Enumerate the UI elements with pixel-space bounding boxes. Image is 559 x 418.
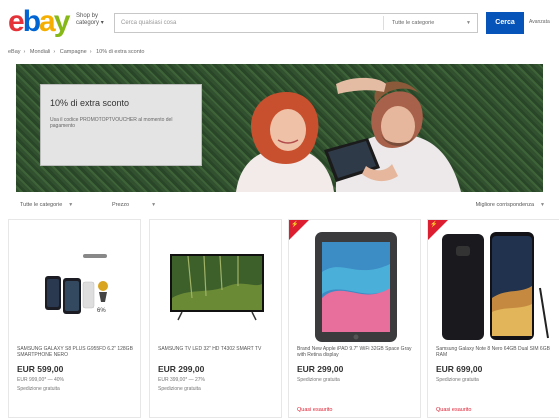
product-image-samsung-s8: 6% xyxy=(17,228,133,344)
logo-letter: y xyxy=(53,5,71,38)
advanced-search-link[interactable]: Avanzata xyxy=(529,19,550,25)
almost-sold-out-label: Quasi esaurito xyxy=(297,407,333,413)
breadcrumb-item[interactable]: Campagne xyxy=(60,49,87,55)
chevron-down-icon: ▼ xyxy=(466,20,471,26)
header: ebay Shop by category ▾ Cerca qualsiasi … xyxy=(0,0,559,44)
product-price: EUR 299,00 xyxy=(158,364,205,374)
chevron-right-icon: › xyxy=(53,49,56,55)
couple-selfie-image xyxy=(236,77,461,192)
promo-box: 10% di extra sconto Usa il codice PROMOT… xyxy=(40,84,202,166)
almost-sold-out-label: Quasi esaurito xyxy=(436,407,472,413)
chevron-down-icon: ▼ xyxy=(68,202,74,208)
product-price: EUR 599,00 xyxy=(17,364,64,374)
promo-title: 10% di extra sconto xyxy=(50,98,130,108)
product-price: EUR 299,00 xyxy=(297,364,344,374)
product-shipping: Spedizione gratuita xyxy=(297,377,340,383)
search-button[interactable]: Cerca xyxy=(486,12,524,34)
product-price: EUR 699,00 xyxy=(436,364,483,374)
breadcrumb-item: 10% di extra sconto xyxy=(96,49,145,55)
price-filter-label: Prezzo xyxy=(112,202,130,208)
lightning-icon: ⚡ xyxy=(291,222,299,228)
breadcrumb-item[interactable]: Mondiali xyxy=(30,49,50,55)
product-title[interactable]: SAMSUNG GALAXY S8 PLUS G955FD 6.2" 128GB… xyxy=(17,346,135,358)
category-select-label: Tutte le categorie xyxy=(392,20,435,26)
filter-bar: Tutte le categorie ▼ Prezzo ▼ Migliore cor… xyxy=(8,202,551,214)
product-image-ipad xyxy=(297,228,413,344)
chevron-down-icon: ▾ xyxy=(100,20,104,26)
category-select[interactable]: Tutte le categorie ▼ xyxy=(383,16,477,30)
product-image-samsung-tv xyxy=(158,228,274,344)
breadcrumb-item[interactable]: eBay xyxy=(8,49,21,55)
product-original-price: EUR 999,00* — 40% xyxy=(17,377,64,383)
product-title[interactable]: Samsung Galaxy Note 8 Nero 64GB Dual SIM… xyxy=(436,346,554,358)
chevron-right-icon: › xyxy=(23,49,26,55)
hero-banner[interactable]: 10% di extra sconto Usa il codice PROMOT… xyxy=(16,64,543,192)
product-image-galaxy-note8 xyxy=(436,228,552,344)
chevron-right-icon: › xyxy=(89,49,92,55)
product-shipping: Spedizione gratuita xyxy=(17,386,60,392)
svg-text:6%: 6% xyxy=(97,308,106,314)
product-shipping: Spedizione gratuita xyxy=(436,377,479,383)
promo-subtitle: Usa il codice PROMOTOPTVOUCHER al moment… xyxy=(50,117,173,129)
product-card[interactable]: ⚡ Brand New Apple iPAD 9.7" WiFi 32GB Sp… xyxy=(288,219,421,418)
breadcrumb: eBay › Mondiali › Campagne › 10% di extra s… xyxy=(8,49,147,55)
ebay-logo[interactable]: ebay xyxy=(8,5,71,38)
price-filter[interactable]: Prezzo ▼ xyxy=(112,202,156,208)
logo-letter: a xyxy=(39,5,56,38)
lightning-icon: ⚡ xyxy=(430,222,438,228)
product-card[interactable]: ⚡ Samsung Galaxy Note 8 Nero 64GB Dual S… xyxy=(427,219,559,418)
chevron-down-icon: ▼ xyxy=(151,202,157,208)
product-shipping: Spedizione gratuita xyxy=(158,386,201,392)
category-filter-label: Tutte le categorie xyxy=(20,202,63,208)
sort-select-label: Migliore corrispondenza xyxy=(475,202,535,208)
shop-by-category-label: Shop by category xyxy=(76,13,100,26)
product-title[interactable]: Brand New Apple iPAD 9.7" WiFi 32GB Spac… xyxy=(297,346,415,358)
product-original-price: EUR 399,00* — 27% xyxy=(158,377,205,383)
search-input[interactable]: Cerca qualsiasi cosa xyxy=(121,20,176,26)
chevron-down-icon: ▼ xyxy=(540,202,545,208)
logo-letter: b xyxy=(22,5,41,38)
search-bar: Cerca qualsiasi cosa Tutte le categorie … xyxy=(114,13,478,33)
sort-select[interactable]: Migliore corrispondenza ▼ xyxy=(476,202,545,208)
product-title[interactable]: SAMSUNG TV LED 32" HD T4302 SMART TV xyxy=(158,346,276,352)
product-card[interactable]: SAMSUNG TV LED 32" HD T4302 SMART TV EUR… xyxy=(149,219,282,418)
shop-by-category-menu[interactable]: Shop by category ▾ xyxy=(76,13,112,27)
product-card[interactable]: 6% SAMSUNG GALAXY S8 PLUS G955FD 6.2" 12… xyxy=(8,219,141,418)
category-filter[interactable]: Tutte le categorie ▼ xyxy=(20,202,73,208)
logo-letter: e xyxy=(8,5,25,38)
